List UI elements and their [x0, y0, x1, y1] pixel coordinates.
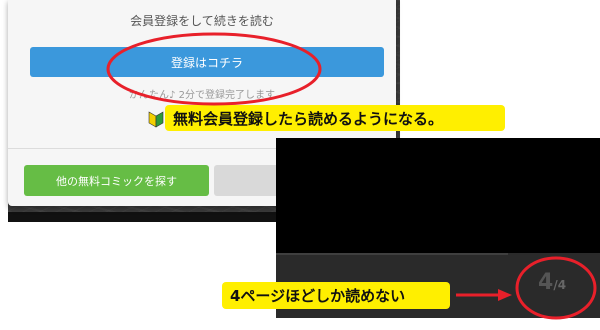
register-highlight-circle: [106, 32, 322, 106]
page-counter-highlight-circle: [515, 256, 597, 320]
annotation-overlay: [106, 32, 597, 320]
arrow-head-icon: [498, 289, 512, 301]
